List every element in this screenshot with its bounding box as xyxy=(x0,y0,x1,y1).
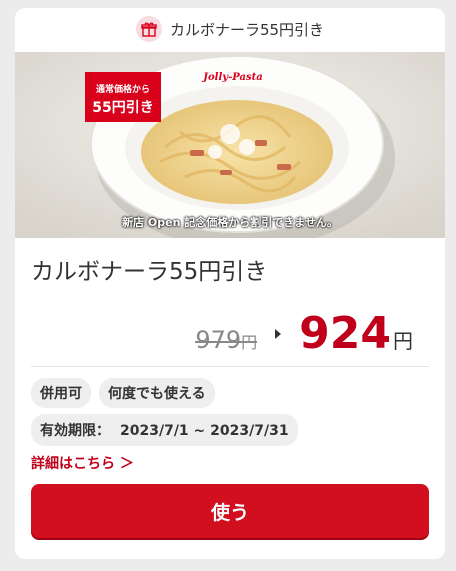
old-price-value: 979 xyxy=(195,326,242,354)
new-price-value: 924 xyxy=(299,308,391,359)
ribbon-line1: 通常価格から xyxy=(95,85,150,95)
plate-logo: Jolly-Pasta xyxy=(201,72,262,83)
old-price-unit: 円 xyxy=(241,333,258,352)
arrow-right-icon xyxy=(275,328,282,339)
coupon-title: カルボナーラ55円引き xyxy=(31,259,268,285)
expiry-badge: 有効期限： 2023/7/1 ~ 2023/7/31 xyxy=(31,414,298,446)
new-price: 924 円 xyxy=(299,308,413,359)
expiry-label: 有効期限： xyxy=(40,423,110,439)
header-title: カルボナーラ55円引き xyxy=(169,20,325,39)
tag-reusable: 何度でも使える xyxy=(99,378,215,408)
tag-combinable: 併用可 xyxy=(31,378,91,408)
photo-notice: 新店 Open 記念価格から割引できません。 xyxy=(122,216,338,229)
discount-ribbon: 通常価格から 55円引き xyxy=(85,72,161,122)
expiry-range: 2023/7/1 ~ 2023/7/31 xyxy=(120,423,289,439)
new-price-unit: 円 xyxy=(393,329,413,353)
ribbon-line2: 55円引き xyxy=(92,100,154,116)
use-button[interactable]: 使う xyxy=(31,484,429,538)
gift-icon xyxy=(135,16,162,42)
divider xyxy=(31,366,429,367)
pasta-plate-image: Jolly-Pasta xyxy=(15,52,445,238)
old-price: 979円 xyxy=(195,326,257,354)
details-link[interactable]: 詳細はこちら ＞ xyxy=(31,453,134,473)
product-photo: Jolly-Pasta 通常価格から 55円引き 新店 Open 記念価格から割… xyxy=(15,52,445,238)
coupon-header: カルボナーラ55円引き xyxy=(15,8,445,50)
price-row: 979円 924 円 xyxy=(195,308,413,359)
coupon-tags: 併用可 何度でも使える xyxy=(31,378,215,408)
coupon-card: カルボナーラ55円引き Jolly-Pasta 通常価格から 55円引き 新店 … xyxy=(15,8,445,559)
